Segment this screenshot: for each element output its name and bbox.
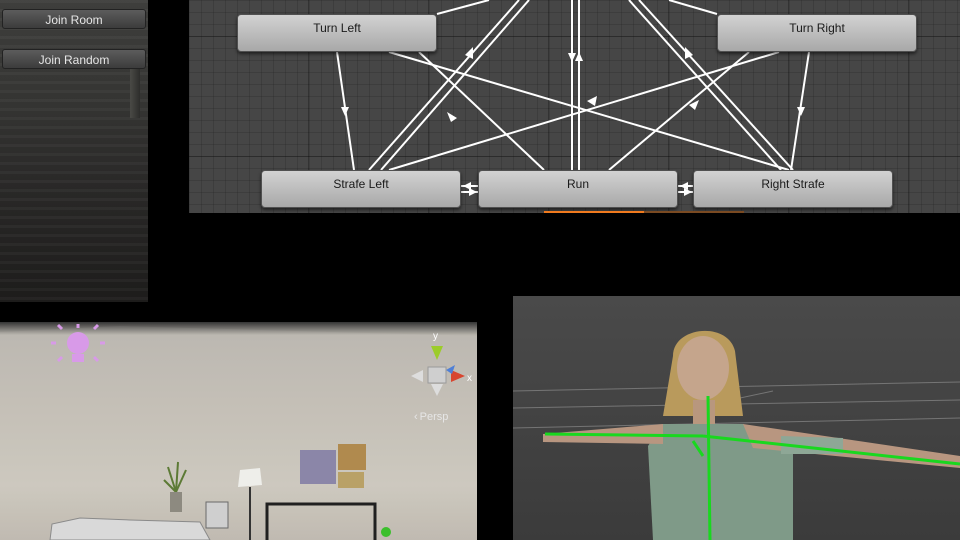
state-turn-right[interactable]: Turn Right — [717, 14, 917, 52]
painting-object — [338, 444, 366, 470]
painting-object — [338, 472, 364, 488]
sofa-object — [49, 517, 211, 540]
scene-canvas: y x — [0, 323, 477, 540]
join-room-button[interactable]: Join Room — [2, 9, 146, 29]
arrow-head — [575, 52, 583, 61]
state-right-strafe[interactable]: Right Strafe — [693, 170, 893, 208]
arrow-head — [469, 188, 477, 196]
game-view-panel: Join Room Join Random — [0, 0, 148, 302]
state-progress-bar — [544, 211, 744, 213]
animator-graph-panel[interactable]: Turn Left Turn Right Strafe Left Run Rig… — [189, 0, 960, 213]
painting-object — [300, 450, 336, 484]
gizmo-y-label: y — [433, 331, 438, 342]
pillar-object — [130, 66, 140, 118]
arrow-head — [797, 107, 805, 116]
state-progress-fill — [544, 211, 644, 213]
state-turn-left[interactable]: Turn Left — [237, 14, 437, 52]
gizmo-x-label: x — [467, 373, 472, 384]
state-strafe-left[interactable]: Strafe Left — [261, 170, 461, 208]
model-canvas — [513, 330, 960, 540]
arrow-head — [587, 96, 597, 106]
projection-label[interactable]: Persp — [414, 411, 449, 423]
transition-line[interactable] — [436, 0, 490, 15]
arrow-head — [447, 112, 457, 122]
transition-line[interactable] — [418, 51, 545, 171]
scene-view-panel[interactable]: y x Persp — [0, 322, 477, 540]
chair-object — [205, 501, 229, 529]
state-run[interactable]: Run — [478, 170, 678, 208]
transition-line[interactable] — [668, 0, 718, 15]
object-pivot-icon[interactable] — [381, 527, 391, 537]
join-random-button[interactable]: Join Random — [2, 49, 146, 69]
model-view-panel[interactable] — [513, 296, 960, 540]
arrow-head — [341, 107, 349, 116]
arrow-head — [568, 53, 576, 62]
